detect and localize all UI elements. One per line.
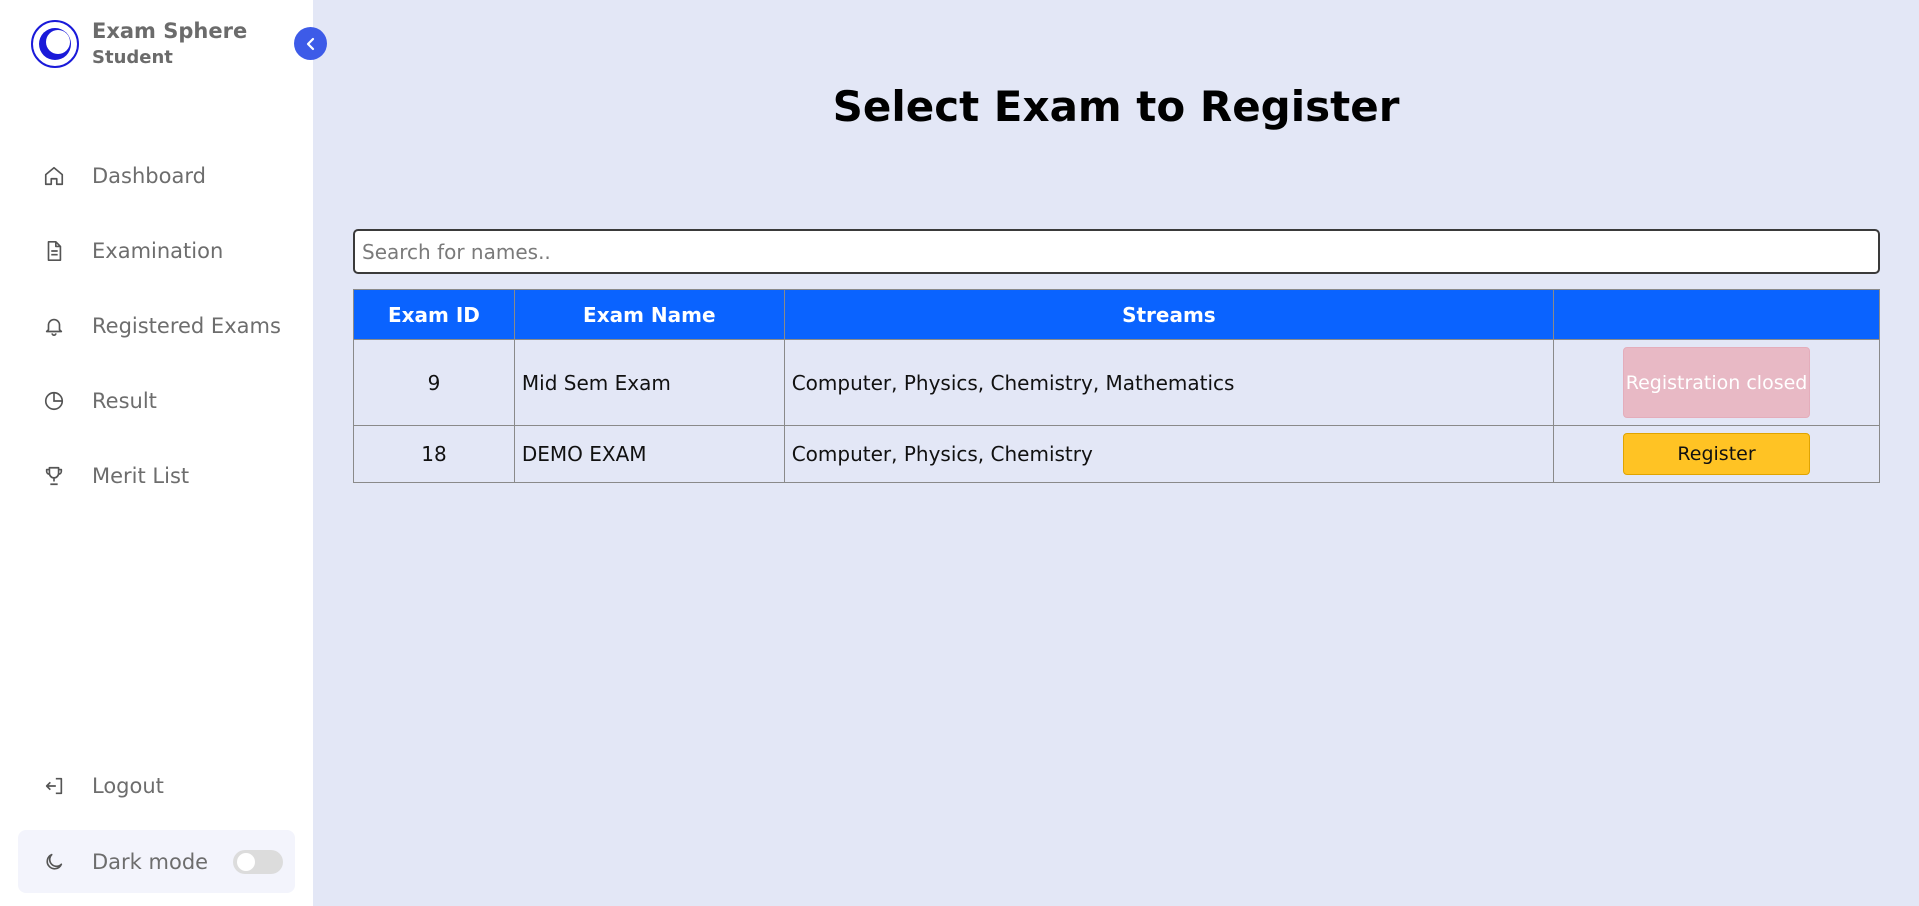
collapse-sidebar-button[interactable] <box>294 27 327 60</box>
logout-button[interactable]: Logout <box>0 748 313 823</box>
chevron-left-icon <box>306 37 314 50</box>
sidebar-item-label: Examination <box>92 238 224 263</box>
logout-icon <box>42 774 66 798</box>
sidebar-item-label: Merit List <box>92 463 190 488</box>
cell-action: Registration closed <box>1553 339 1880 426</box>
table-row: 9 Mid Sem Exam Computer, Physics, Chemis… <box>353 339 1880 426</box>
header-action <box>1553 289 1880 340</box>
document-icon <box>42 239 66 263</box>
header-exam-name: Exam Name <box>513 289 785 340</box>
cell-exam-id: 9 <box>353 339 515 426</box>
trophy-icon <box>42 464 66 488</box>
brand-subtitle: Student <box>92 47 173 68</box>
table-row: 18 DEMO EXAM Computer, Physics, Chemistr… <box>353 425 1880 483</box>
sidebar-nav: Dashboard Examination Registered Exams R… <box>0 138 313 513</box>
sidebar-item-label: Registered Exams <box>92 313 281 338</box>
moon-icon <box>42 850 66 874</box>
cell-exam-name: DEMO EXAM <box>513 425 785 483</box>
sidebar-item-result[interactable]: Result <box>0 363 313 438</box>
sidebar: Exam Sphere Student Dashboard Examinatio… <box>0 0 313 906</box>
main-content: Select Exam to Register Exam ID Exam Nam… <box>313 0 1919 906</box>
dark-mode-label: Dark mode <box>92 849 209 874</box>
toggle-knob <box>237 853 255 871</box>
register-button[interactable]: Register <box>1623 433 1811 475</box>
brand: Exam Sphere Student <box>30 17 247 71</box>
home-icon <box>42 164 66 188</box>
clock-icon <box>42 389 66 413</box>
sidebar-item-label: Dashboard <box>92 163 206 188</box>
registration-closed-button: Registration closed <box>1623 347 1811 418</box>
search-input[interactable] <box>353 229 1880 274</box>
sidebar-item-merit-list[interactable]: Merit List <box>0 438 313 513</box>
dark-mode-toggle[interactable] <box>233 850 283 874</box>
dark-mode-row: Dark mode <box>18 830 295 893</box>
header-exam-id: Exam ID <box>353 289 515 340</box>
cell-streams: Computer, Physics, Chemistry, Mathematic… <box>783 339 1555 426</box>
logout-label: Logout <box>92 773 164 798</box>
table-header-row: Exam ID Exam Name Streams <box>353 289 1880 340</box>
brand-title: Exam Sphere <box>92 19 248 43</box>
page-title: Select Exam to Register <box>832 82 1400 131</box>
sidebar-item-registered-exams[interactable]: Registered Exams <box>0 288 313 363</box>
bell-icon <box>42 314 66 338</box>
sidebar-item-label: Result <box>92 388 157 413</box>
header-streams: Streams <box>783 289 1555 340</box>
logo-icon <box>31 20 79 68</box>
exams-table: Exam ID Exam Name Streams 9 Mid Sem Exam… <box>353 289 1880 483</box>
cell-exam-id: 18 <box>353 425 515 483</box>
sidebar-item-examination[interactable]: Examination <box>0 213 313 288</box>
cell-streams: Computer, Physics, Chemistry <box>783 425 1555 483</box>
cell-exam-name: Mid Sem Exam <box>513 339 785 426</box>
sidebar-item-dashboard[interactable]: Dashboard <box>0 138 313 213</box>
cell-action: Register <box>1553 425 1880 483</box>
